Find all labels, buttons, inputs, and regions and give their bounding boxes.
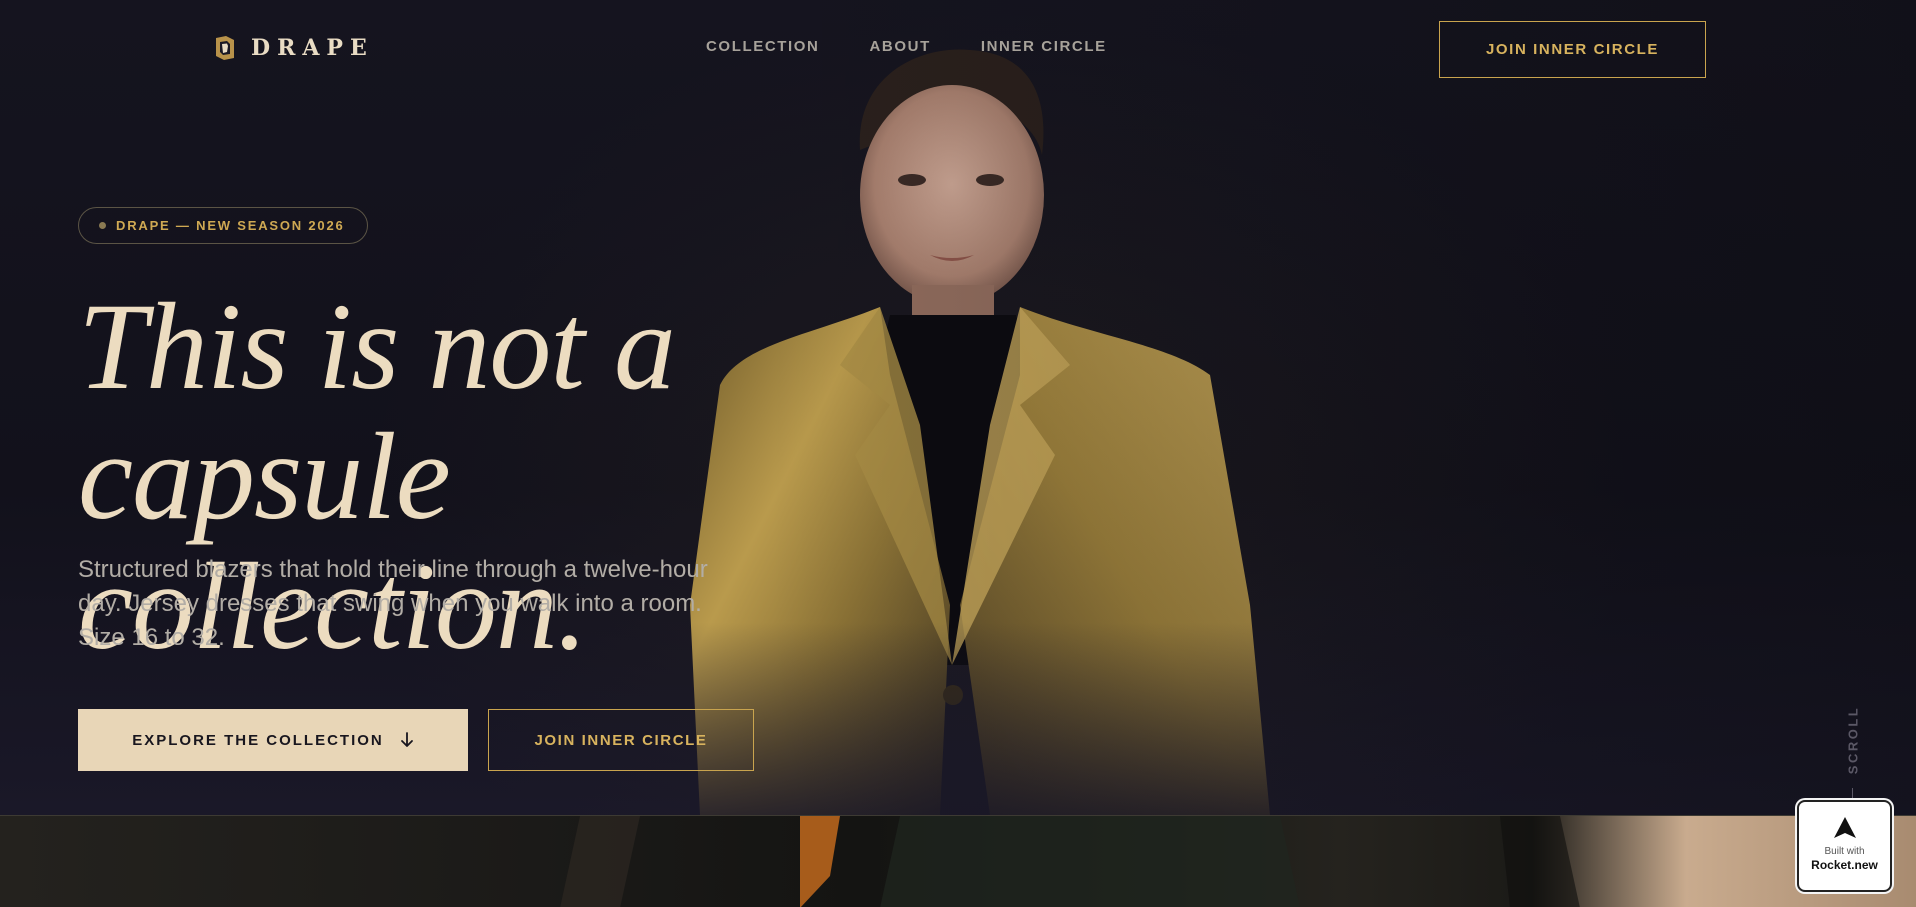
built-with-rocket-badge[interactable]: Built with Rocket.new [1797, 800, 1892, 892]
collection-preview-image [560, 816, 1580, 907]
top-navigation: DRAPE COLLECTION ABOUT INNER CIRCLE JOIN… [0, 0, 1916, 100]
explore-collection-button[interactable]: EXPLORE THE COLLECTION [78, 709, 468, 771]
nav-link-collection[interactable]: COLLECTION [706, 38, 820, 55]
scroll-label: SCROLL [1845, 705, 1861, 775]
explore-collection-label: EXPLORE THE COLLECTION [132, 731, 384, 749]
hero-section: DRAPE COLLECTION ABOUT INNER CIRCLE JOIN… [0, 0, 1916, 815]
next-section-preview [0, 815, 1916, 907]
brand-name: DRAPE [251, 35, 374, 61]
join-inner-circle-nav-button[interactable]: JOIN INNER CIRCLE [1439, 21, 1706, 78]
arrow-down-icon [400, 732, 413, 747]
brand-logo[interactable]: DRAPE [213, 34, 374, 62]
built-with-label: Built with [1824, 846, 1865, 857]
rocket-icon [1833, 817, 1856, 838]
nav-link-inner-circle[interactable]: INNER CIRCLE [981, 38, 1107, 55]
drape-logo-icon [216, 36, 234, 60]
nav-links: COLLECTION ABOUT INNER CIRCLE [706, 38, 1107, 55]
join-inner-circle-hero-button[interactable]: JOIN INNER CIRCLE [488, 709, 754, 771]
scroll-indicator[interactable]: SCROLL [1838, 700, 1868, 810]
hero-subcopy: Structured blazers that hold their line … [78, 556, 708, 651]
nav-link-about[interactable]: ABOUT [870, 38, 931, 55]
season-badge-label: DRAPE — NEW SEASON 2026 [116, 218, 345, 233]
badge-dot-icon [99, 222, 106, 229]
season-badge: DRAPE — NEW SEASON 2026 [78, 207, 368, 244]
rocket-brand-label: Rocket.new [1811, 858, 1878, 872]
headline-line-1: This is not a [78, 278, 676, 415]
